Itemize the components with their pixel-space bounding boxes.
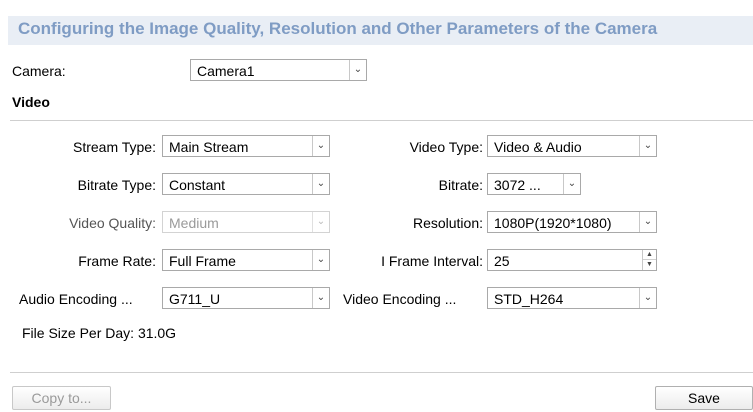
video-encoding-label: Video Encoding ... [343,291,457,307]
frame-rate-select[interactable]: Full Frame ⌄ [162,249,330,271]
spinner-down-icon[interactable]: ▼ [643,260,656,270]
chevron-down-icon: ⌄ [312,212,329,232]
video-encoding-value: STD_H264 [494,291,564,307]
video-type-label: Video Type: [409,139,483,155]
copy-to-button[interactable]: Copy to... [12,386,111,410]
page-title: Configuring the Image Quality, Resolutio… [18,19,658,38]
chevron-down-icon[interactable]: ⌄ [312,288,329,308]
video-encoding-select[interactable]: STD_H264 ⌄ [487,287,657,309]
bitrate-value: 3072 ... [494,177,541,193]
video-quality-label: Video Quality: [69,215,156,231]
video-type-value: Video & Audio [494,139,582,155]
footer-divider [10,372,753,373]
chevron-down-icon[interactable]: ⌄ [639,212,656,232]
audio-encoding-select[interactable]: G711_U ⌄ [162,287,330,309]
page-header: Configuring the Image Quality, Resolutio… [0,0,753,45]
section-divider [10,120,753,121]
camera-label: Camera: [12,63,66,79]
video-quality-value: Medium [169,215,219,231]
resolution-select[interactable]: 1080P(1920*1080) ⌄ [487,211,657,233]
section-title: Video [12,94,50,110]
frame-rate-value: Full Frame [169,253,236,269]
chevron-down-icon[interactable]: ⌄ [312,250,329,270]
bitrate-type-value: Constant [169,177,226,193]
audio-encoding-value: G711_U [169,291,221,307]
bitrate-label: Bitrate: [438,177,483,193]
video-quality-select: Medium ⌄ [162,211,330,233]
i-frame-interval-label: I Frame Interval: [381,253,483,269]
resolution-label: Resolution: [412,215,483,231]
chevron-down-icon[interactable]: ⌄ [563,174,580,194]
chevron-down-icon[interactable]: ⌄ [312,174,329,194]
stream-type-select[interactable]: Main Stream ⌄ [162,135,330,157]
camera-value: Camera1 [197,63,255,79]
resolution-value: 1080P(1920*1080) [494,215,612,231]
file-size-row: File Size Per Day: 31.0G [22,325,176,341]
stream-type-value: Main Stream [169,139,249,155]
video-type-select[interactable]: Video & Audio ⌄ [487,135,657,157]
camera-select[interactable]: Camera1 ⌄ [190,59,367,81]
chevron-down-icon[interactable]: ⌄ [349,60,366,80]
bitrate-type-select[interactable]: Constant ⌄ [162,173,330,195]
chevron-down-icon[interactable]: ⌄ [312,136,329,156]
stream-type-label: Stream Type: [72,139,156,155]
chevron-down-icon[interactable]: ⌄ [639,136,656,156]
bitrate-select[interactable]: 3072 ... ⌄ [487,173,581,195]
i-frame-interval-value: 25 [494,253,510,269]
save-button[interactable]: Save [655,386,753,410]
file-size-value: 31.0G [137,325,177,341]
spinner-up-icon[interactable]: ▲ [643,250,656,260]
chevron-down-icon[interactable]: ⌄ [639,288,656,308]
audio-encoding-label: Audio Encoding ... [19,291,133,307]
i-frame-interval-input[interactable]: 25 ▲ ▼ [487,249,657,271]
frame-rate-label: Frame Rate: [78,253,156,269]
bitrate-type-label: Bitrate Type: [77,177,156,193]
file-size-label: File Size Per Day: [22,325,135,341]
spinner-arrows-icon[interactable]: ▲ ▼ [642,250,656,270]
